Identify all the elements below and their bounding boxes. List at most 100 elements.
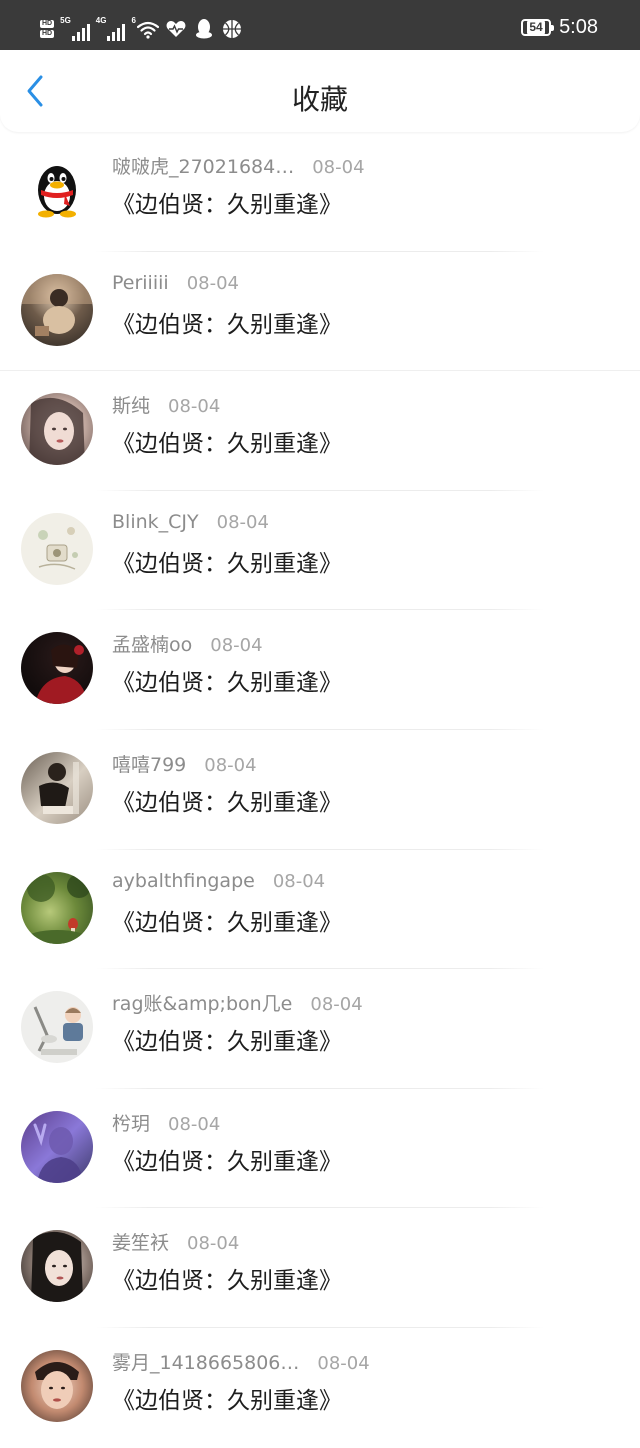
item-meta: 枍玥 08-04 — [112, 1109, 220, 1136]
navigation-header: 收藏 — [0, 50, 640, 132]
user-photo-icon — [21, 273, 93, 336]
wifi-icon — [136, 19, 159, 41]
avatar[interactable] — [21, 273, 93, 346]
battery-level: 54 — [527, 19, 545, 34]
item-title[interactable]: 《边伯贤：久别重逢》 — [112, 1381, 342, 1415]
list-item[interactable]: 孟盛楠oo 08-04 《边伯贤：久别重逢》 — [0, 610, 640, 730]
hd-badge: HD — [40, 20, 55, 28]
username[interactable]: aybalthfingape — [112, 870, 255, 892]
signal-icon — [107, 23, 126, 41]
user-photo-icon — [33, 1123, 83, 1183]
item-title[interactable]: 《边伯贤：久别重逢》 — [112, 1261, 342, 1295]
item-meta: Periiiii 08-04 — [112, 272, 239, 294]
item-title[interactable]: 《边伯贤：久别重逢》 — [112, 783, 342, 817]
avatar[interactable] — [21, 871, 93, 944]
item-date: 08-04 — [310, 994, 363, 1016]
list-item[interactable]: Blink_CJY 08-04 《边伯贤：久别重逢》 — [0, 491, 640, 611]
avatar[interactable] — [21, 632, 93, 705]
user-photo-icon — [35, 1361, 79, 1409]
list-item[interactable]: 嘻嘻799 08-04 《边伯贤：久别重逢》 — [0, 730, 640, 850]
avatar[interactable] — [21, 1230, 93, 1303]
item-meta: 嘻嘻799 08-04 — [112, 750, 257, 777]
item-date: 08-04 — [187, 1233, 240, 1255]
item-date: 08-04 — [210, 635, 263, 657]
list-item[interactable]: rag账&amp;bon几e 08-04 《边伯贤：久别重逢》 — [0, 969, 640, 1089]
item-title[interactable]: 《边伯贤：久别重逢》 — [112, 544, 342, 578]
user-photo-icon — [31, 1232, 83, 1303]
avatar[interactable] — [21, 512, 93, 585]
item-title[interactable]: 《边伯贤：久别重逢》 — [112, 185, 342, 219]
user-photo-icon — [39, 761, 79, 814]
user-photo-icon — [33, 1006, 83, 1056]
battery-icon: 54 — [521, 18, 555, 36]
qq-penguin-icon — [38, 166, 76, 218]
list-item[interactable]: 姜笙袄 08-04 《边伯贤：久别重逢》 — [0, 1208, 640, 1328]
item-title[interactable]: 《边伯贤：久别重逢》 — [112, 1142, 342, 1176]
item-meta: aybalthfingape 08-04 — [112, 870, 325, 892]
list-item[interactable]: 斯纯 08-04 《边伯贤：久别重逢》 — [0, 371, 640, 491]
list-item[interactable]: 枍玥 08-04 《边伯贤：久别重逢》 — [0, 1089, 640, 1209]
hd-badges: HD HD — [40, 20, 55, 38]
username[interactable]: 啵啵虎_27021684… — [112, 152, 294, 179]
username[interactable]: 雾月_1418665806… — [112, 1348, 299, 1375]
item-meta: 姜笙袄 08-04 — [112, 1228, 239, 1255]
item-date: 08-04 — [272, 870, 326, 892]
wifi-version-label: 6 — [131, 16, 136, 25]
avatar[interactable] — [21, 154, 93, 226]
avatar[interactable] — [21, 991, 93, 1064]
cellular-signal-2: 4G — [96, 17, 126, 41]
basketball-icon — [221, 18, 243, 40]
user-photo-icon — [38, 526, 78, 570]
avatar[interactable] — [21, 393, 93, 466]
avatar[interactable] — [21, 1349, 93, 1422]
item-date: 08-04 — [216, 511, 269, 533]
item-date: 08-04 — [204, 754, 257, 776]
username[interactable]: 斯纯 — [112, 391, 150, 418]
list-item[interactable]: Periiiii 08-04 《边伯贤：久别重逢》 — [0, 252, 640, 372]
item-meta: 孟盛楠oo 08-04 — [112, 630, 263, 657]
item-date: 08-04 — [168, 1113, 221, 1135]
list-item[interactable]: 啵啵虎_27021684… 08-04 《边伯贤：久别重逢》 — [0, 132, 640, 252]
item-meta: 雾月_1418665806… 08-04 — [112, 1348, 370, 1375]
status-time: 5:08 — [559, 15, 598, 38]
item-date: 08-04 — [317, 1352, 370, 1374]
status-bar: HD HD 5G 4G 6 54 5:08 — [0, 0, 640, 50]
status-right-group: 54 5:08 — [521, 12, 598, 42]
network-type-label: 4G — [95, 16, 107, 25]
item-meta: Blink_CJY 08-04 — [112, 511, 269, 533]
heart-icon — [165, 18, 187, 40]
favorites-list: 啵啵虎_27021684… 08-04 《边伯贤：久别重逢》 Periiiii … — [0, 132, 640, 1448]
status-left-group: HD HD 5G 4G 6 — [40, 14, 243, 44]
user-photo-icon — [29, 398, 85, 466]
item-title[interactable]: 《边伯贤：久别重逢》 — [112, 424, 342, 458]
list-item[interactable]: 雾月_1418665806… 08-04 《边伯贤：久别重逢》 — [0, 1328, 640, 1448]
item-title[interactable]: 《边伯贤：久别重逢》 — [112, 903, 342, 937]
item-meta: 斯纯 08-04 — [112, 391, 220, 418]
username[interactable]: 嘻嘻799 — [112, 750, 186, 777]
item-date: 08-04 — [186, 272, 239, 294]
item-title[interactable]: 《边伯贤：久别重逢》 — [112, 305, 342, 339]
username[interactable]: rag账&amp;bon几e — [112, 989, 292, 1016]
user-photo-icon — [27, 873, 91, 944]
item-title[interactable]: 《边伯贤：久别重逢》 — [112, 1022, 342, 1056]
item-date: 08-04 — [312, 157, 365, 178]
network-type-label: 5G — [60, 16, 71, 25]
qq-penguin-icon — [193, 18, 215, 40]
item-meta: 啵啵虎_27021684… 08-04 — [112, 152, 365, 179]
page-title: 收藏 — [291, 83, 348, 116]
user-photo-icon — [35, 644, 87, 705]
avatar[interactable] — [21, 751, 93, 824]
hd-badge: HD — [40, 30, 55, 38]
list-item[interactable]: aybalthfingape 08-04 《边伯贤：久别重逢》 — [0, 850, 640, 970]
username[interactable]: 孟盛楠oo — [112, 630, 192, 657]
item-meta: rag账&amp;bon几e 08-04 — [112, 989, 363, 1016]
item-title[interactable]: 《边伯贤：久别重逢》 — [112, 663, 342, 697]
cellular-signal-1: 5G — [60, 17, 90, 41]
item-date: 08-04 — [168, 396, 221, 418]
avatar[interactable] — [21, 1110, 93, 1183]
username[interactable]: 姜笙袄 — [112, 1228, 169, 1255]
username[interactable]: Blink_CJY — [112, 511, 199, 533]
username[interactable]: Periiiii — [112, 272, 169, 294]
username[interactable]: 枍玥 — [112, 1109, 150, 1136]
wifi-group: 6 — [131, 16, 159, 41]
